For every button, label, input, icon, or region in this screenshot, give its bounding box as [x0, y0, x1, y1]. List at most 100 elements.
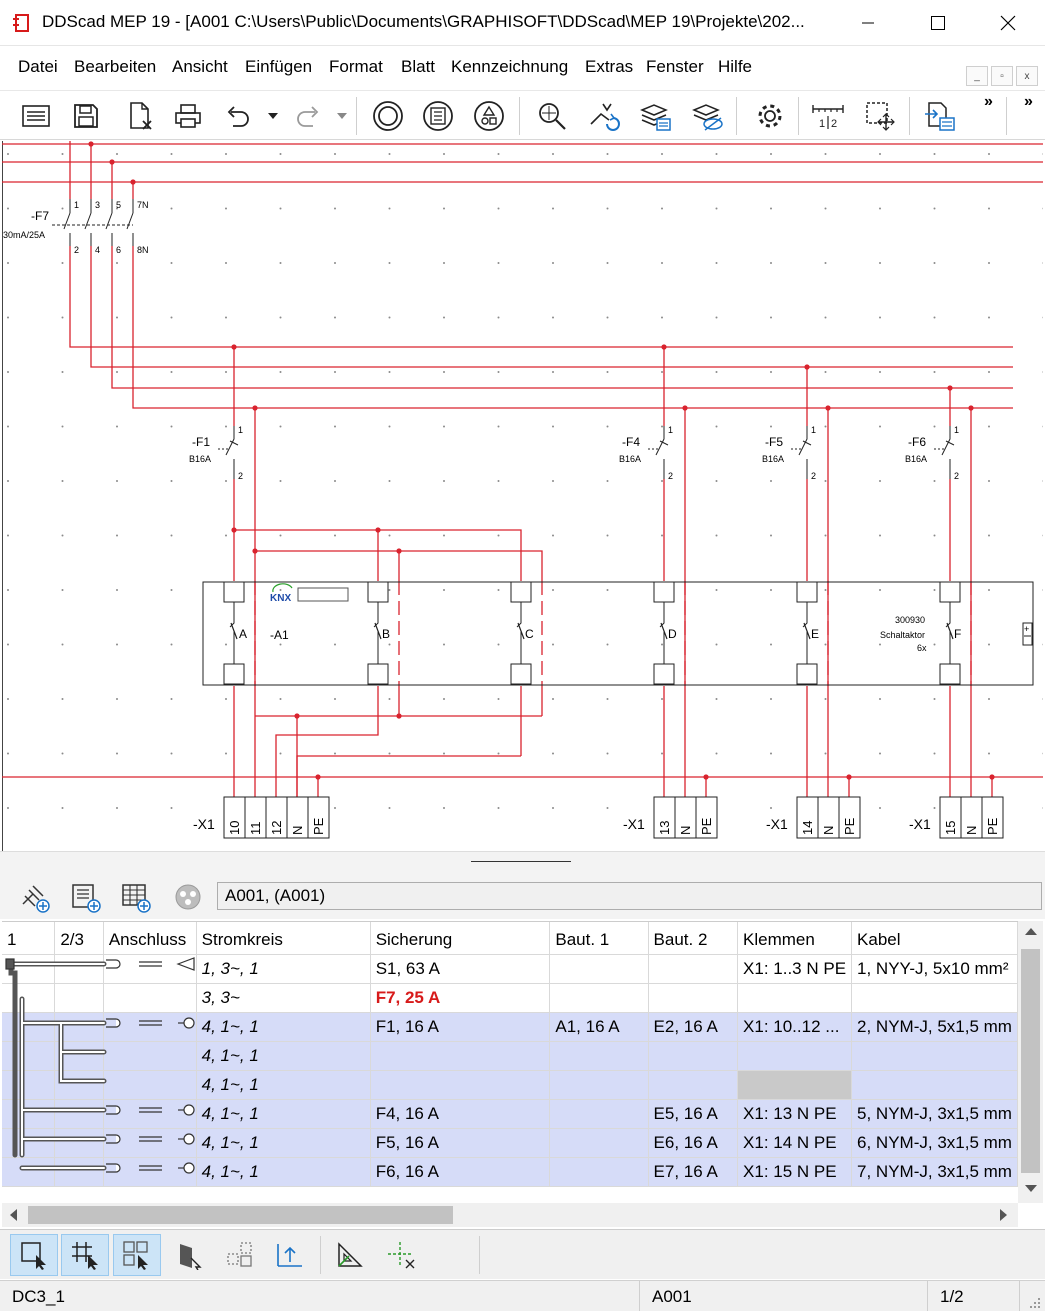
circle-symbol-button[interactable]: [368, 98, 408, 134]
zoom-button[interactable]: [532, 98, 572, 134]
col-header-sicherung[interactable]: Sicherung: [370, 922, 551, 955]
cell-klemmen[interactable]: [737, 1070, 853, 1100]
scroll-left-arrow[interactable]: [10, 1209, 17, 1221]
schematic-canvas[interactable]: -F7 30mA/25A 1 3 5 7N 2 4 6 8N -F1 B16A …: [2, 141, 1043, 851]
cell-sicherung[interactable]: S1, 63 A: [370, 954, 551, 984]
door-select-button[interactable]: [165, 1234, 213, 1276]
close-button[interactable]: [973, 0, 1043, 46]
toolbar-overflow-button-2[interactable]: »: [1024, 93, 1033, 111]
menu-bearbeiten[interactable]: Bearbeiten: [74, 57, 156, 77]
cell-kabel[interactable]: 5, NYM-J, 3x1,5 mm: [851, 1099, 1018, 1129]
properties-button[interactable]: [16, 98, 56, 134]
cell-baut2[interactable]: [648, 1041, 739, 1071]
cell-stromkreis[interactable]: 4, 1~, 1: [196, 1012, 371, 1042]
components-button[interactable]: [469, 98, 509, 134]
cable-reel-button[interactable]: [168, 879, 208, 915]
cell-baut2[interactable]: E7, 16 A: [648, 1157, 739, 1187]
cell-sicherung[interactable]: F5, 16 A: [370, 1128, 551, 1158]
mdi-restore-button[interactable]: ▫: [991, 66, 1013, 86]
undo-button[interactable]: [218, 98, 258, 134]
cell-baut1[interactable]: [549, 983, 649, 1013]
cell-klemmen[interactable]: X1: 15 N PE: [737, 1157, 853, 1187]
menu-fenster[interactable]: Fenster: [646, 57, 704, 77]
cell-baut1[interactable]: [549, 1041, 649, 1071]
cell-stromkreis[interactable]: 4, 1~, 1: [196, 1070, 371, 1100]
cell-baut2[interactable]: [648, 1070, 739, 1100]
mdi-close-button[interactable]: x: [1016, 66, 1038, 86]
cell-sicherung[interactable]: F4, 16 A: [370, 1099, 551, 1129]
select-rect-button[interactable]: [10, 1234, 58, 1276]
add-distribution-button[interactable]: [66, 879, 106, 915]
table-horizontal-scrollbar[interactable]: [2, 1203, 1018, 1227]
cell-kabel[interactable]: 1, NYY-J, 5x10 mm²: [851, 954, 1018, 984]
cell-sicherung[interactable]: [370, 1041, 551, 1071]
col-header-baut1[interactable]: Baut. 1: [549, 922, 649, 955]
cell-baut1[interactable]: A1, 16 A: [549, 1012, 649, 1042]
col-header-2-3[interactable]: 2/3: [54, 922, 104, 955]
distribution-board-field[interactable]: A001, (A001): [217, 882, 1042, 910]
add-table-button[interactable]: [116, 879, 156, 915]
menu-format[interactable]: Format: [329, 57, 383, 77]
measure-button[interactable]: 12: [808, 98, 848, 134]
cell-baut2[interactable]: [648, 983, 739, 1013]
knx-address-field[interactable]: [297, 587, 349, 602]
layers-list-button[interactable]: [636, 98, 676, 134]
minimize-button[interactable]: [833, 0, 903, 46]
scroll-right-arrow[interactable]: [1000, 1209, 1007, 1221]
menu-ansicht[interactable]: Ansicht: [172, 57, 228, 77]
toolbar-overflow-button[interactable]: »: [984, 93, 993, 111]
cell-klemmen[interactable]: X1: 13 N PE: [737, 1099, 853, 1129]
cell-stromkreis[interactable]: 4, 1~, 1: [196, 1128, 371, 1158]
mdi-minimize-button[interactable]: _: [966, 66, 988, 86]
circuit-table[interactable]: 1 2/3 Anschluss Stromkreis Sicherung Bau…: [2, 921, 1018, 1203]
menu-kennzeichnung[interactable]: Kennzeichnung: [451, 57, 568, 77]
cell-sicherung[interactable]: [370, 1070, 551, 1100]
layers-hide-button[interactable]: [688, 98, 728, 134]
cell-kabel[interactable]: 7, NYM-J, 3x1,5 mm: [851, 1157, 1018, 1187]
print-button[interactable]: [168, 98, 208, 134]
col-header-anschluss[interactable]: Anschluss: [103, 922, 197, 955]
menu-datei[interactable]: Datei: [18, 57, 58, 77]
col-header-klemmen[interactable]: Klemmen: [737, 922, 853, 955]
maximize-button[interactable]: [903, 0, 973, 46]
cell-baut1[interactable]: [549, 1070, 649, 1100]
settings-button[interactable]: [750, 98, 790, 134]
horizontal-scroll-thumb[interactable]: [28, 1206, 453, 1224]
scroll-down-arrow[interactable]: [1025, 1185, 1037, 1192]
cell-baut1[interactable]: [549, 954, 649, 984]
cell-baut1[interactable]: [549, 1128, 649, 1158]
select-group-button[interactable]: [113, 1234, 161, 1276]
cell-stromkreis[interactable]: 4, 1~, 1: [196, 1099, 371, 1129]
triangle-ruler-button[interactable]: [326, 1234, 374, 1276]
cell-sicherung[interactable]: F6, 16 A: [370, 1157, 551, 1187]
vertical-scroll-thumb[interactable]: [1021, 949, 1040, 1173]
panel-symbol-button[interactable]: [418, 98, 458, 134]
table-vertical-scrollbar[interactable]: [1018, 921, 1043, 1203]
menu-extras[interactable]: Extras: [585, 57, 633, 77]
menu-einfuegen[interactable]: Einfügen: [245, 57, 312, 77]
menu-hilfe[interactable]: Hilfe: [718, 57, 752, 77]
select-move-button[interactable]: [860, 98, 900, 134]
resize-grip-icon[interactable]: [1028, 1296, 1042, 1310]
add-connection-button[interactable]: [16, 879, 56, 915]
cell-kabel[interactable]: 6, NYM-J, 3x1,5 mm: [851, 1128, 1018, 1158]
cell-baut2[interactable]: E5, 16 A: [648, 1099, 739, 1129]
export-button[interactable]: [920, 98, 960, 134]
cell-baut1[interactable]: [549, 1157, 649, 1187]
cell-stromkreis[interactable]: 4, 1~, 1: [196, 1041, 371, 1071]
cell-kabel[interactable]: [851, 983, 1018, 1013]
cell-baut2[interactable]: [648, 954, 739, 984]
col-header-stromkreis[interactable]: Stromkreis: [196, 922, 371, 955]
align-button[interactable]: [266, 1234, 314, 1276]
crosshair-button[interactable]: [377, 1234, 425, 1276]
cell-stromkreis[interactable]: 4, 1~, 1: [196, 1157, 371, 1187]
scroll-up-arrow[interactable]: [1025, 928, 1037, 935]
save-button[interactable]: [66, 98, 106, 134]
redo-button[interactable]: [288, 98, 328, 134]
cell-baut2[interactable]: E6, 16 A: [648, 1128, 739, 1158]
cell-stromkreis[interactable]: 1, 3~, 1: [196, 954, 371, 984]
cell-kabel[interactable]: 2, NYM-J, 5x1,5 mm: [851, 1012, 1018, 1042]
cell-klemmen[interactable]: [737, 983, 853, 1013]
cell-kabel[interactable]: [851, 1041, 1018, 1071]
cell-baut2[interactable]: E2, 16 A: [648, 1012, 739, 1042]
